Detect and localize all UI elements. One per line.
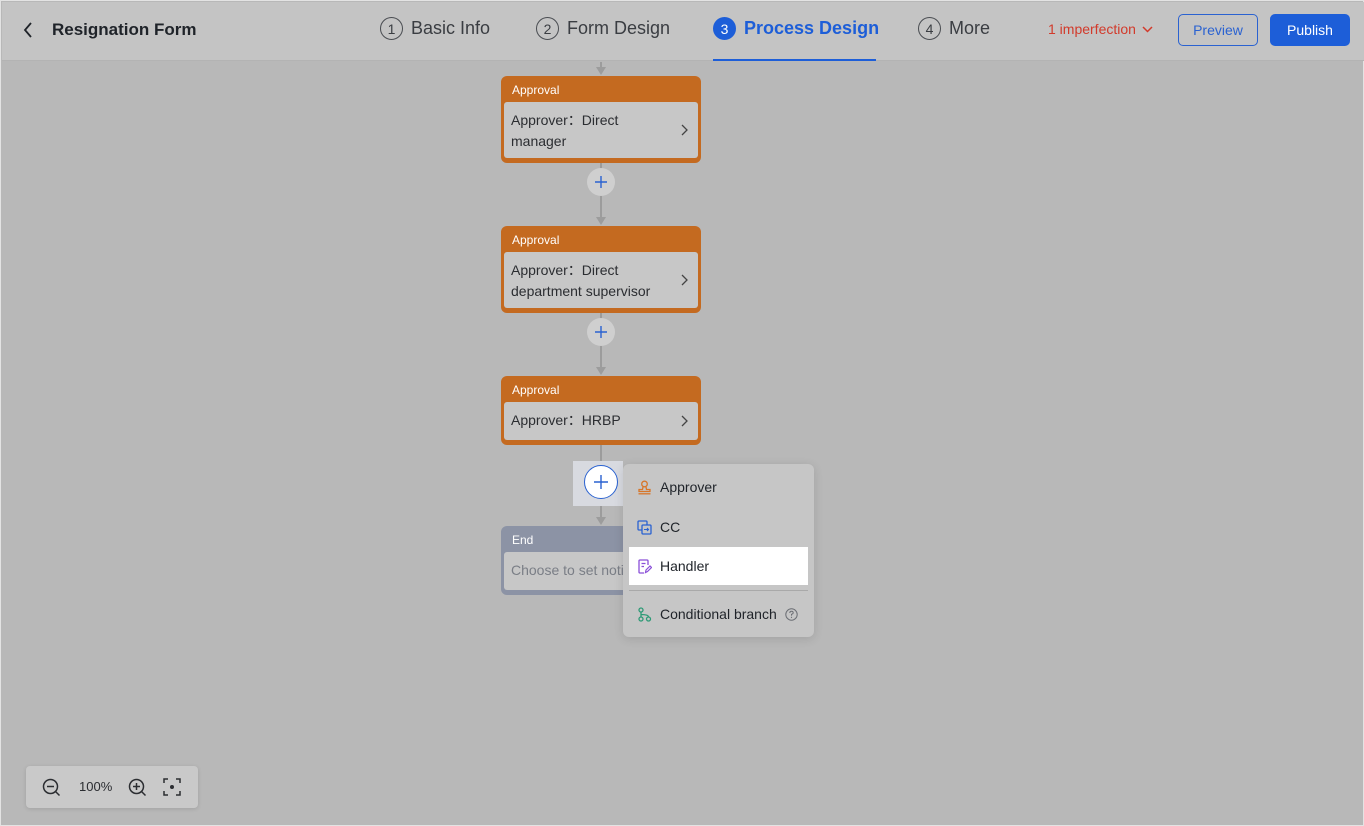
fit-view-button[interactable] xyxy=(162,777,182,797)
branch-icon xyxy=(636,606,652,622)
cc-icon xyxy=(636,519,652,535)
step-label: Process Design xyxy=(744,18,880,38)
node-type-label: Approval xyxy=(512,83,560,97)
top-header: Resignation Form 1 Basic Info 2 Form Des… xyxy=(2,2,1364,61)
step-label: Basic Info xyxy=(411,18,491,38)
zoom-in-icon xyxy=(128,778,146,796)
node-type-label: Approval xyxy=(512,383,560,397)
node-type-label: Approval xyxy=(512,233,560,247)
menu-item-label: Conditional branch xyxy=(660,606,777,622)
add-node-button[interactable] xyxy=(587,318,615,346)
node-content: Approver：Direct manager xyxy=(504,102,698,158)
node-approver-text: Approver：Direct department supervisor xyxy=(511,262,651,299)
zoom-level: 100% xyxy=(79,779,113,794)
step-number: 1 xyxy=(380,17,403,40)
imperfection-label: 1 imperfection xyxy=(1048,21,1136,37)
menu-item-label: Handler xyxy=(660,558,710,574)
menu-item-approver[interactable]: Approver xyxy=(629,468,808,506)
node-content: Approver：Direct department supervisor xyxy=(504,252,698,308)
menu-item-conditional-branch[interactable]: Conditional branch xyxy=(629,595,808,633)
help-icon[interactable] xyxy=(785,607,798,621)
node-approver-text: Approver：HRBP xyxy=(511,412,621,428)
stamp-icon xyxy=(636,479,652,495)
chevron-left-icon xyxy=(23,22,32,38)
add-node-menu: Approver CC Handler Conditional branch xyxy=(623,464,814,637)
add-node-button-active[interactable] xyxy=(584,465,618,499)
preview-button[interactable]: Preview xyxy=(1178,14,1258,46)
zoom-out-icon xyxy=(42,778,60,796)
flow-arrow xyxy=(596,517,606,525)
plus-icon xyxy=(594,475,608,489)
flow-arrow xyxy=(596,367,606,375)
step-number: 4 xyxy=(918,17,941,40)
zoom-in-button[interactable] xyxy=(127,777,147,797)
step-label: Form Design xyxy=(567,18,671,38)
menu-item-label: CC xyxy=(660,519,681,535)
plus-icon xyxy=(595,326,607,338)
chevron-right-icon xyxy=(681,124,688,136)
handler-edit-icon xyxy=(636,558,652,574)
approval-node-hrbp[interactable]: Approval Approver：HRBP xyxy=(501,376,701,445)
step-number: 3 xyxy=(713,17,736,40)
form-title: Resignation Form xyxy=(52,20,197,39)
publish-button[interactable]: Publish xyxy=(1270,14,1350,46)
focus-icon xyxy=(163,778,181,796)
active-step-underline xyxy=(713,59,876,61)
chevron-right-icon xyxy=(681,415,688,427)
flow-arrow xyxy=(596,217,606,225)
app-frame: Resignation Form 1 Basic Info 2 Form Des… xyxy=(0,0,1364,826)
step-basic-info[interactable]: 1 Basic Info xyxy=(380,17,490,40)
menu-item-label: Approver xyxy=(660,479,717,495)
step-label: More xyxy=(949,18,991,38)
chevron-down-icon xyxy=(1142,25,1153,33)
step-process-design[interactable]: 3 Process Design xyxy=(713,17,879,40)
add-node-button[interactable] xyxy=(587,168,615,196)
node-approver-text: Approver：Direct manager xyxy=(511,112,619,149)
approval-node-department-supervisor[interactable]: Approval Approver：Direct department supe… xyxy=(501,226,701,313)
chevron-right-icon xyxy=(681,274,688,286)
step-more[interactable]: 4 More xyxy=(918,17,990,40)
back-button[interactable] xyxy=(16,18,40,42)
menu-item-handler[interactable]: Handler xyxy=(629,547,808,585)
zoom-out-button[interactable] xyxy=(41,777,61,797)
plus-icon xyxy=(595,176,607,188)
zoom-controls: 100% xyxy=(26,766,198,808)
flow-arrow xyxy=(596,67,606,75)
imperfection-dropdown[interactable]: 1 imperfection xyxy=(1048,21,1153,37)
menu-divider xyxy=(629,590,808,591)
node-content: Approver：HRBP xyxy=(504,402,698,440)
menu-item-cc[interactable]: CC xyxy=(629,508,808,546)
approval-node-direct-manager[interactable]: Approval Approver：Direct manager xyxy=(501,76,701,163)
step-number: 2 xyxy=(536,17,559,40)
step-form-design[interactable]: 2 Form Design xyxy=(536,17,670,40)
